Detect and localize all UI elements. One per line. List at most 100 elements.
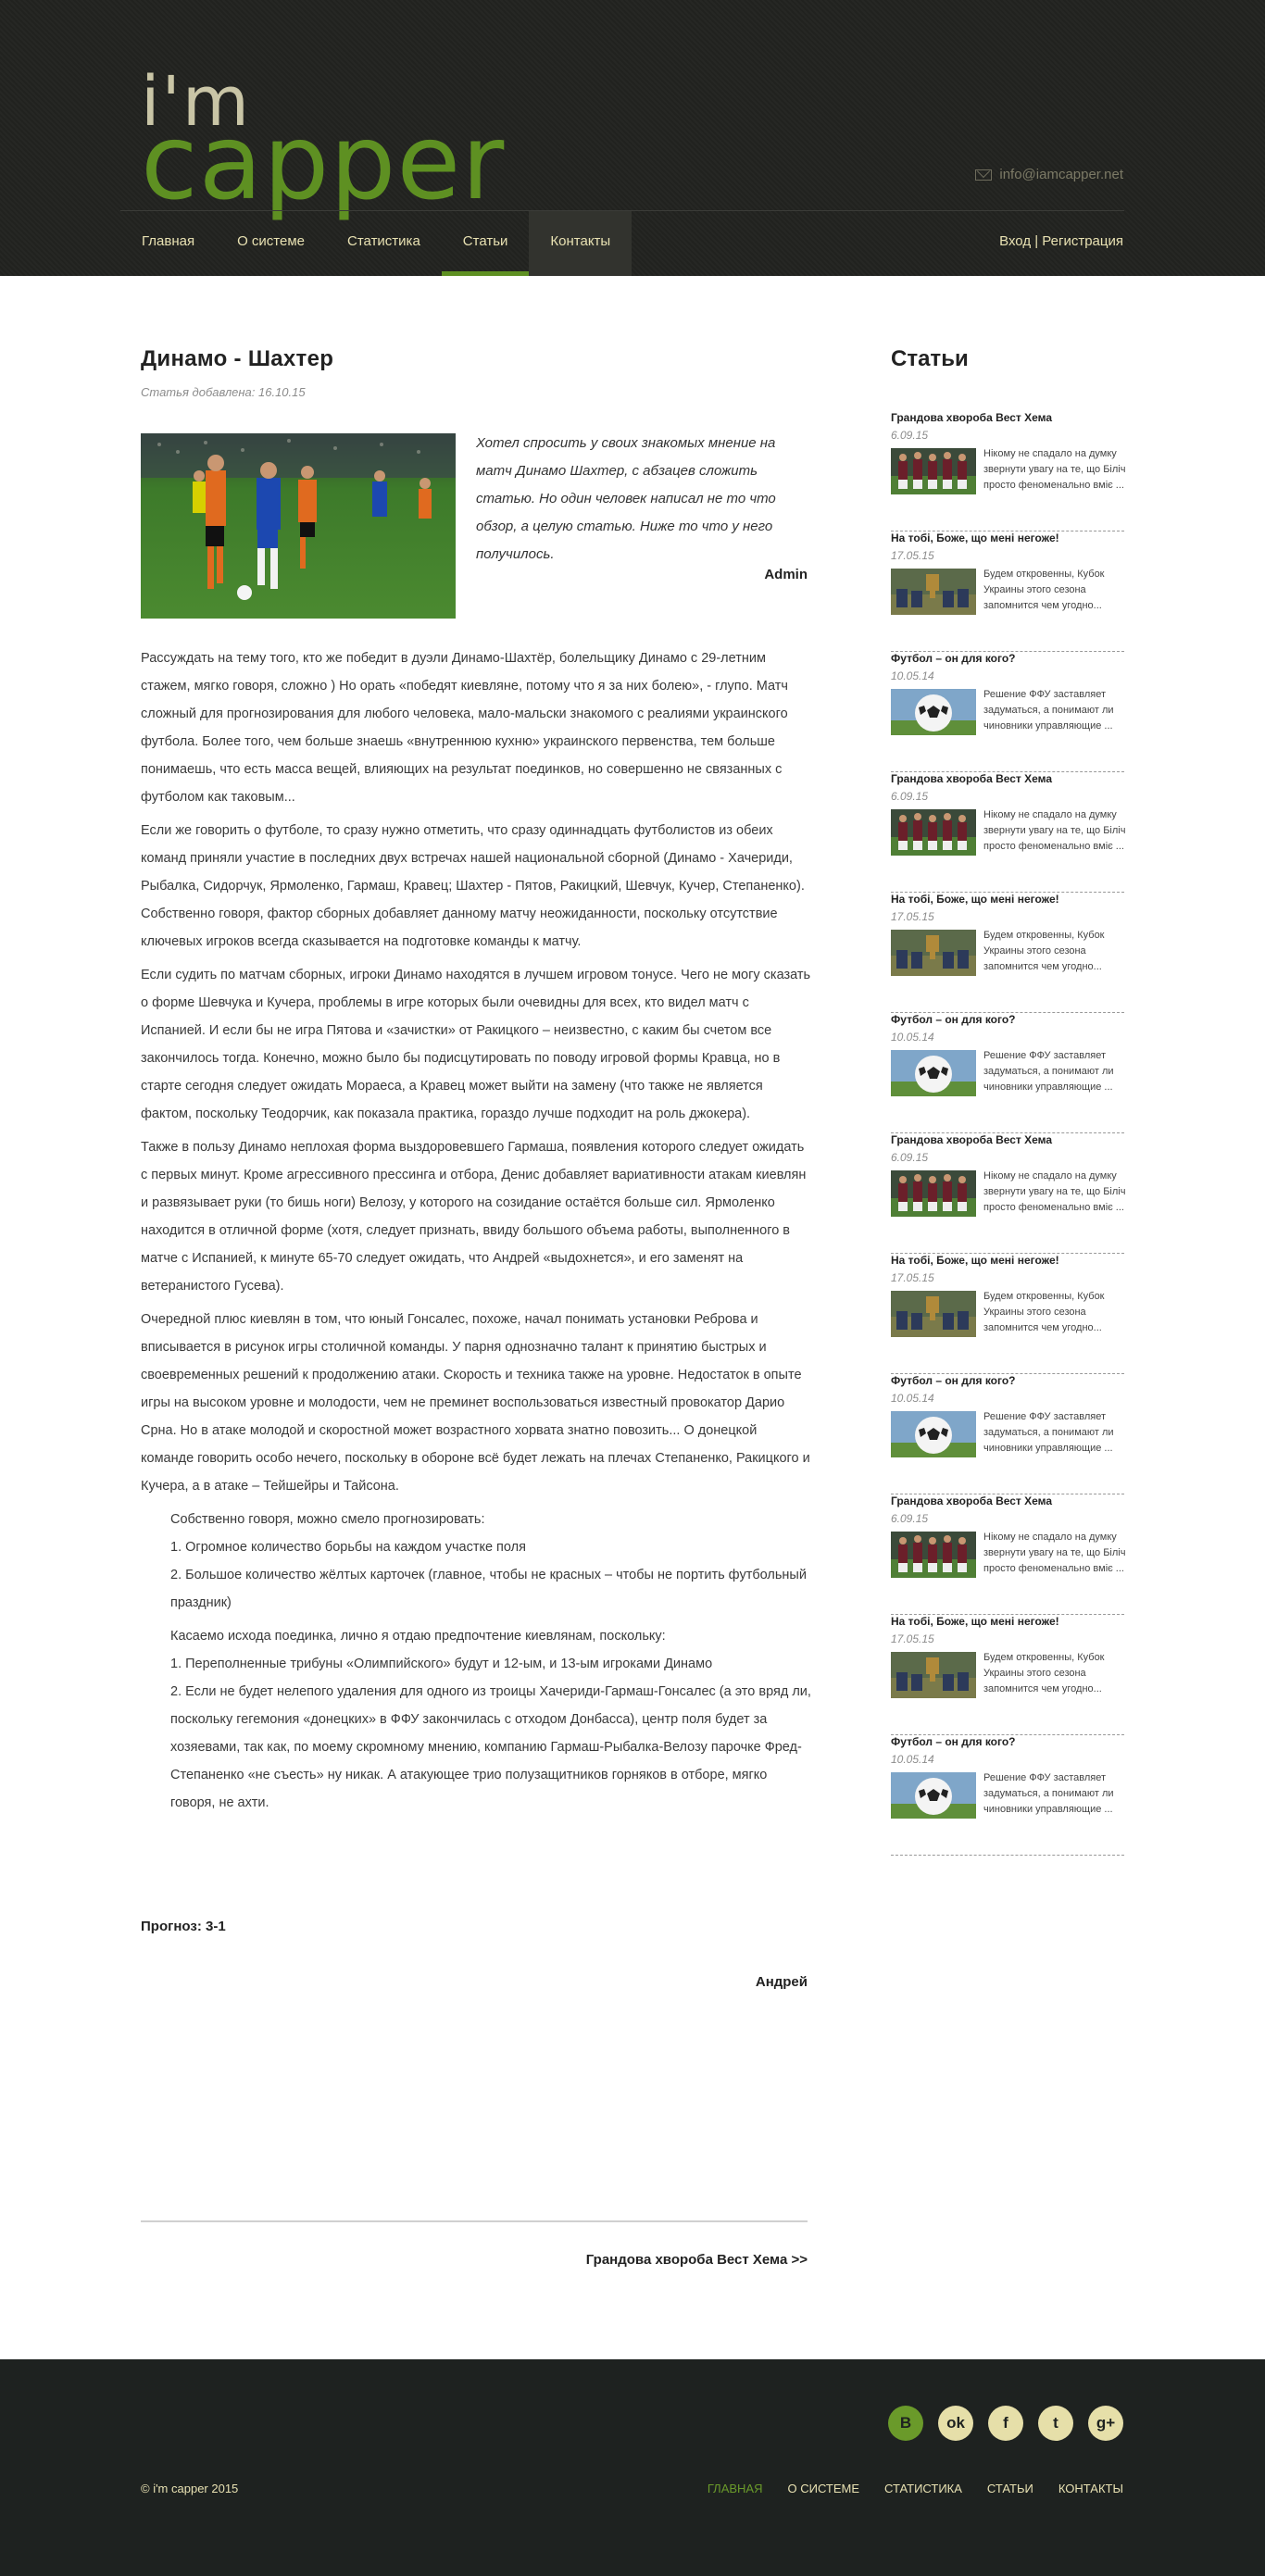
sidebar-article-excerpt: Будем откровенны, Кубок Украины этого се… (983, 1291, 1105, 1333)
sidebar-article-thumbnail[interactable] (891, 689, 976, 735)
twitter-icon[interactable]: t (1038, 2406, 1073, 2441)
site-footer: В ok f t g+ © i'm capper 2015 Главная О … (0, 2359, 1265, 2576)
prediction-score: Прогноз: 3-1 (141, 1919, 226, 1934)
footer-nav-statistics[interactable]: Статистика (884, 2482, 962, 2495)
article-paragraph: Если же говорить о футболе, то сразу нуж… (141, 823, 805, 949)
article-body: Рассуждать на тему того, кто же победит … (141, 644, 811, 1817)
article-paragraph: Рассуждать на тему того, кто же победит … (141, 651, 788, 805)
sidebar-article-title[interactable]: Грандова хвороба Вест Хема (891, 411, 1052, 424)
nav-item-contacts[interactable]: Контакты (529, 211, 632, 276)
sidebar-article-thumbnail[interactable] (891, 1170, 976, 1217)
vk-icon[interactable]: В (888, 2406, 923, 2441)
list-intro: Собственно говоря, можно смело прогнозир… (170, 1512, 485, 1527)
footer-nav-contacts[interactable]: Контакты (1058, 2482, 1123, 2495)
sidebar-article-item[interactable]: Грандова хвороба Вест Хема 6.09.15 Нікому … (891, 1133, 1125, 1254)
sidebar-article-title[interactable]: На тобі, Боже, що мені негоже! (891, 1615, 1059, 1628)
next-article-link[interactable]: Грандова хвороба Вест Хема >> (141, 2252, 808, 2268)
footer-nav-about[interactable]: О системе (788, 2482, 860, 2495)
sidebar-article-title[interactable]: Грандова хвороба Вест Хема (891, 1133, 1052, 1146)
footer-nav: Главная О системе Статистика Статьи Конт… (708, 2482, 1123, 2495)
list-item: 2. Большое количество жёлтых карточек (г… (170, 1568, 807, 1610)
sidebar-article-thumbnail[interactable] (891, 1291, 976, 1337)
sidebar-article-date: 17.05.15 (891, 549, 934, 562)
sidebar-article-excerpt: Нікому не спадало на думку звернути уваг… (983, 1532, 1126, 1574)
logo-bottom-text: capper (141, 103, 506, 223)
sidebar-article-item[interactable]: Грандова хвороба Вест Хема 6.09.15 Нікому … (891, 1494, 1126, 1615)
copyright: © i'm capper 2015 (141, 2482, 239, 2495)
sidebar-title: Статьи (891, 346, 969, 371)
list-intro: Касаемо исхода поединка, лично я отдаю п… (170, 1629, 666, 1644)
sidebar-article-excerpt: Решение ФФУ заставляет задуматься, а пон… (983, 689, 1114, 732)
sidebar-article-item[interactable]: Футбол – он для кого? 10.05.14 Решение ФФУ… (891, 1735, 1124, 1856)
sidebar-article-title[interactable]: Грандова хвороба Вест Хема (891, 1494, 1052, 1507)
sidebar-article-item[interactable]: На тобі, Боже, що мені негоже! 17.05.15 Бу… (891, 893, 1124, 1013)
envelope-icon (975, 169, 993, 181)
sidebar-article-thumbnail[interactable] (891, 569, 976, 615)
sidebar-article-thumbnail[interactable] (891, 1411, 976, 1457)
sidebar-article-item[interactable]: Грандова хвороба Вест Хема 6.09.15 Нікому … (891, 411, 1125, 531)
sidebar-article-title[interactable]: На тобі, Боже, що мені негоже! (891, 893, 1059, 906)
article-title: Динамо - Шахтер (141, 346, 334, 371)
article-paragraph: Если судить по матчам сборных, игроки Ди… (141, 968, 811, 1121)
sidebar-article-date: 6.09.15 (891, 429, 929, 442)
sidebar-article-excerpt: Решение ФФУ заставляет задуматься, а пон… (983, 1050, 1114, 1093)
article-date: Статья добавлена: 16.10.15 (141, 385, 306, 399)
sidebar-article-item[interactable]: Грандова хвороба Вест Хема 6.09.15 Нікому … (891, 772, 1126, 893)
sidebar-article-excerpt: Нікому не спадало на думку звернути уваг… (983, 809, 1126, 852)
nav-item-home[interactable]: Главная (120, 211, 216, 276)
nav-item-articles[interactable]: Статьи (441, 211, 530, 276)
sidebar-article-title[interactable]: Грандова хвороба Вест Хема (891, 772, 1052, 785)
email-text: info@iamcapper.net (999, 167, 1123, 182)
sidebar-article-title[interactable]: Футбол – он для кого? (891, 1374, 1016, 1387)
sidebar-article-title[interactable]: Футбол – он для кого? (891, 652, 1016, 665)
article-author: Андрей (755, 1974, 808, 1990)
sidebar-article-thumbnail[interactable] (891, 930, 976, 976)
list-item: 1. Переполненные трибуны «Олимпийского» … (170, 1657, 713, 1671)
sidebar-article-thumbnail[interactable] (891, 1532, 976, 1578)
sidebar-article-excerpt: Будем откровенны, Кубок Украины этого се… (983, 930, 1105, 972)
sidebar-article-date: 10.05.14 (891, 669, 934, 682)
sidebar-article-excerpt: Решение ФФУ заставляет задуматься, а пон… (983, 1411, 1114, 1454)
intro-author: Admin (764, 567, 808, 582)
sidebar-article-title[interactable]: Футбол – он для кого? (891, 1735, 1016, 1748)
facebook-icon[interactable]: f (988, 2406, 1023, 2441)
article-paragraph: Очередной плюс киевлян в том, что юный Г… (141, 1312, 810, 1494)
sidebar-article-date: 17.05.15 (891, 910, 934, 923)
sidebar-article-item[interactable]: Футбол – он для кого? 10.05.14 Решение ФФУ… (891, 652, 1124, 772)
sidebar-article-item[interactable]: Футбол – он для кого? 10.05.14 Решение ФФУ… (891, 1013, 1124, 1133)
sidebar-article-thumbnail[interactable] (891, 1050, 976, 1096)
sidebar-article-thumbnail[interactable] (891, 1652, 976, 1698)
footer-nav-home[interactable]: Главная (708, 2482, 763, 2495)
list-item: 1. Огромное количество борьбы на каждом … (170, 1540, 526, 1555)
article-paragraph: Также в пользу Динамо неплохая форма выз… (141, 1140, 807, 1294)
nav-item-about[interactable]: О системе (216, 211, 326, 276)
social-links: В ok f t g+ (888, 2406, 1123, 2441)
google-plus-icon[interactable]: g+ (1088, 2406, 1123, 2441)
nav-item-statistics[interactable]: Статистика (326, 211, 442, 276)
divider (141, 2220, 808, 2222)
sidebar-article-date: 17.05.15 (891, 1632, 934, 1645)
footer-nav-articles[interactable]: Статьи (987, 2482, 1033, 2495)
sidebar-article-date: 10.05.14 (891, 1753, 934, 1766)
article-photo (141, 433, 456, 619)
site-logo[interactable]: i'm capper (141, 63, 504, 219)
odnoklassniki-icon[interactable]: ok (938, 2406, 973, 2441)
sidebar-article-date: 6.09.15 (891, 790, 929, 803)
sidebar-article-title[interactable]: Футбол – он для кого? (891, 1013, 1016, 1026)
sidebar-article-item[interactable]: На тобі, Боже, що мені негоже! 17.05.15 Бу… (891, 1254, 1124, 1374)
sidebar-article-excerpt: Будем откровенны, Кубок Украины этого се… (983, 569, 1105, 611)
sidebar-article-item[interactable]: На тобі, Боже, що мені негоже! 17.05.15 Бу… (891, 1615, 1124, 1735)
sidebar-article-thumbnail[interactable] (891, 448, 976, 494)
login-register-link[interactable]: Вход | Регистрация (999, 211, 1123, 272)
contact-email[interactable]: info@iamcapper.net (975, 167, 1123, 182)
site-header: i'm capper info@iamcapper.net Главная О … (0, 0, 1265, 276)
sidebar-article-title[interactable]: На тобі, Боже, що мені негоже! (891, 1254, 1059, 1267)
sidebar-article-title[interactable]: На тобі, Боже, що мені негоже! (891, 531, 1059, 544)
sidebar-article-date: 6.09.15 (891, 1151, 929, 1164)
sidebar-article-item[interactable]: На тобі, Боже, що мені негоже! 17.05.15 Бу… (891, 531, 1124, 652)
sidebar-article-thumbnail[interactable] (891, 809, 976, 856)
prediction-list: Собственно говоря, можно смело прогнозир… (141, 1506, 811, 1817)
sidebar-article-thumbnail[interactable] (891, 1772, 976, 1819)
sidebar-article-date: 17.05.15 (891, 1271, 934, 1284)
sidebar-article-item[interactable]: Футбол – он для кого? 10.05.14 Решение ФФУ… (891, 1374, 1124, 1494)
